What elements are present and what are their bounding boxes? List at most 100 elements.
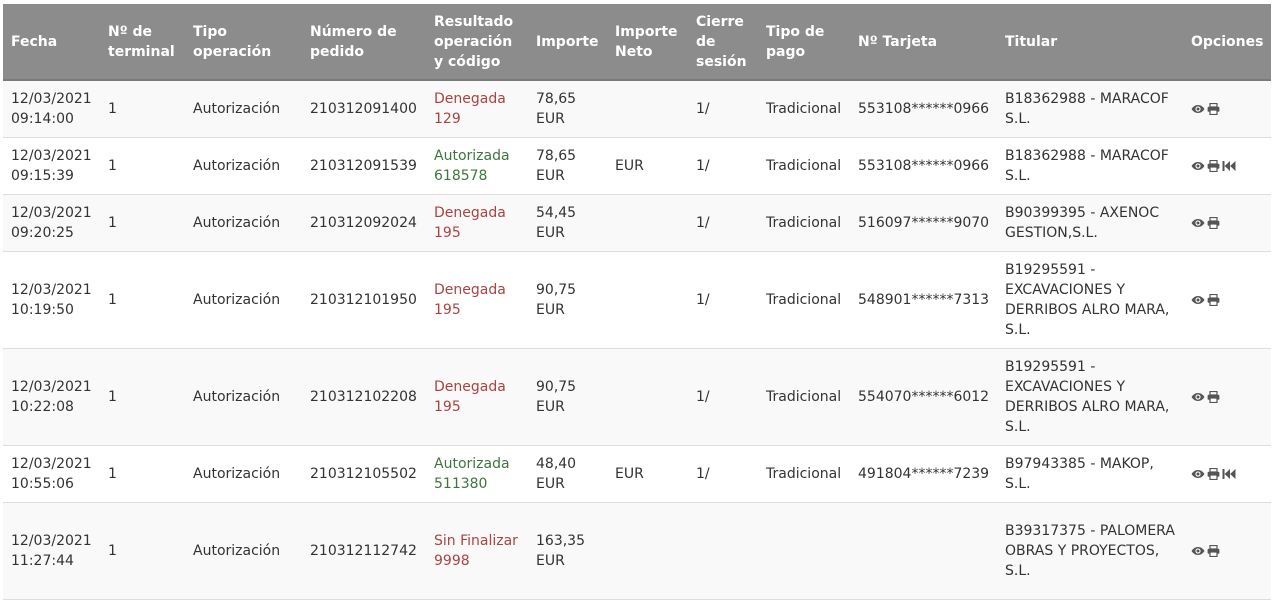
fecha-date: 12/03/2021 [11, 281, 92, 298]
resultado-codigo: 511380 [434, 475, 488, 492]
eye-icon[interactable] [1191, 218, 1205, 228]
eye-icon[interactable] [1191, 546, 1205, 556]
resultado-text: Sin Finalizar [434, 532, 518, 549]
cell-fecha: 12/03/2021 09:14:00 [3, 80, 100, 138]
cell-tarjeta: 554070******6012 [850, 348, 997, 446]
cell-titular: B19295591 - EXCAVACIONES Y DERRIBOS ALRO… [997, 348, 1183, 446]
cell-numero-pedido: 210312092024 [302, 194, 426, 252]
cell-importe: 78,65 EUR [528, 80, 607, 138]
cell-tarjeta: 553108******0966 [850, 80, 997, 138]
header-importe[interactable]: Importe [528, 4, 607, 81]
eye-icon[interactable] [1191, 104, 1205, 114]
cell-numero-pedido: 210312112742 [302, 502, 426, 600]
eye-icon[interactable] [1191, 469, 1205, 479]
table-row[interactable]: 12/03/2021 09:20:25 1 Autorización 210312092… [3, 194, 1271, 252]
fecha-date: 12/03/2021 [11, 204, 92, 221]
cell-opciones [1183, 194, 1271, 252]
print-icon[interactable] [1207, 293, 1220, 306]
eye-icon[interactable] [1191, 392, 1205, 402]
importe-value: 90,75 [536, 378, 577, 395]
importe-value: 78,65 [536, 147, 577, 164]
cell-tipo-operacion: Autorización [185, 251, 302, 349]
resultado-text: Denegada [434, 378, 506, 395]
resultado-codigo: 129 [434, 110, 461, 127]
cell-cierre: 1/ [688, 80, 758, 138]
importe-currency: EUR [536, 552, 565, 569]
header-tarjeta[interactable]: Nº Tarjeta [850, 4, 997, 81]
cell-cierre: 1/ [688, 137, 758, 195]
cell-importe: 78,65 EUR [528, 137, 607, 195]
cell-titular: B19295591 - EXCAVACIONES Y DERRIBOS ALRO… [997, 251, 1183, 349]
cell-tarjeta [850, 502, 997, 600]
table-row[interactable]: 12/03/2021 09:14:00 1 Autorización 210312091… [3, 80, 1271, 138]
fecha-date: 12/03/2021 [11, 378, 92, 395]
cell-importe: 54,45 EUR [528, 194, 607, 252]
table-row[interactable]: 12/03/2021 09:15:39 1 Autorización 210312091… [3, 137, 1271, 195]
print-icon[interactable] [1207, 544, 1220, 557]
cell-opciones [1183, 348, 1271, 446]
cell-numero-pedido: 210312091400 [302, 80, 426, 138]
header-fecha[interactable]: Fecha [3, 4, 100, 81]
header-tipo-pago[interactable]: Tipo de pago [758, 4, 850, 81]
header-resultado[interactable]: Resultado operación y código [426, 4, 528, 81]
header-importe-neto[interactable]: Importe Neto [607, 4, 688, 81]
header-tipo-operacion[interactable]: Tipo operación [185, 4, 302, 81]
cell-resultado: Autorizada 511380 [426, 445, 528, 503]
resultado-text: Autorizada [434, 147, 510, 164]
cell-resultado: Sin Finalizar 9998 [426, 502, 528, 600]
print-icon[interactable] [1207, 159, 1220, 172]
cell-fecha: 12/03/2021 10:19:50 [3, 251, 100, 349]
cell-importe: 90,75 EUR [528, 251, 607, 349]
cell-tarjeta: 491804******7239 [850, 445, 997, 503]
print-icon[interactable] [1207, 467, 1220, 480]
cell-numero-pedido: 210312091539 [302, 137, 426, 195]
cell-tipo-operacion: Autorización [185, 194, 302, 252]
cell-tipo-pago: Tradicional [758, 80, 850, 138]
cell-numero-pedido: 210312102208 [302, 348, 426, 446]
header-titular[interactable]: Titular [997, 4, 1183, 81]
backward-icon[interactable] [1222, 468, 1236, 480]
cell-importe-neto [607, 502, 688, 600]
print-icon[interactable] [1207, 390, 1220, 403]
cell-fecha: 12/03/2021 10:22:08 [3, 348, 100, 446]
print-icon[interactable] [1207, 216, 1220, 229]
table-row[interactable]: 12/03/2021 10:55:06 1 Autorización 210312105… [3, 445, 1271, 503]
cell-titular: B97943385 - MAKOP, S.L. [997, 445, 1183, 503]
cell-terminal: 1 [100, 194, 185, 252]
eye-icon[interactable] [1191, 295, 1205, 305]
header-cierre[interactable]: Cierre de sesión [688, 4, 758, 81]
eye-icon[interactable] [1191, 161, 1205, 171]
backward-icon[interactable] [1222, 160, 1236, 172]
header-terminal[interactable]: Nº de terminal [100, 4, 185, 81]
cell-tipo-operacion: Autorización [185, 80, 302, 138]
table-row[interactable]: 12/03/2021 10:22:08 1 Autorización 210312102… [3, 348, 1271, 446]
cell-titular: B18362988 - MARACOF S.L. [997, 137, 1183, 195]
cell-cierre [688, 502, 758, 600]
resultado-codigo: 9998 [434, 552, 470, 569]
cell-importe-neto [607, 194, 688, 252]
importe-value: 48,40 [536, 455, 577, 472]
cell-titular: B90399395 - AXENOC GESTION,S.L. [997, 194, 1183, 252]
cell-terminal: 1 [100, 445, 185, 503]
cell-cierre: 1/ [688, 445, 758, 503]
table-row[interactable]: 12/03/2021 11:27:44 1 Autorización 210312112… [3, 502, 1271, 600]
importe-value: 78,65 [536, 90, 577, 107]
cell-titular: B39317375 - PALOMERA OBRAS Y PROYECTOS, … [997, 502, 1183, 600]
cell-terminal: 1 [100, 348, 185, 446]
cell-importe: 48,40 EUR [528, 445, 607, 503]
cell-tipo-pago [758, 502, 850, 600]
cell-terminal: 1 [100, 502, 185, 600]
cell-tipo-pago: Tradicional [758, 348, 850, 446]
resultado-text: Denegada [434, 281, 506, 298]
importe-currency: EUR [536, 167, 565, 184]
table-row[interactable]: 12/03/2021 10:19:50 1 Autorización 210312101… [3, 251, 1271, 349]
cell-fecha: 12/03/2021 11:27:44 [3, 502, 100, 600]
cell-importe: 163,35 EUR [528, 502, 607, 600]
cell-terminal: 1 [100, 137, 185, 195]
print-icon[interactable] [1207, 102, 1220, 115]
cell-numero-pedido: 210312105502 [302, 445, 426, 503]
fecha-time: 09:14:00 [11, 110, 74, 127]
header-numero-pedido[interactable]: Número de pedido [302, 4, 426, 81]
fecha-time: 09:15:39 [11, 167, 74, 184]
resultado-codigo: 195 [434, 224, 461, 241]
